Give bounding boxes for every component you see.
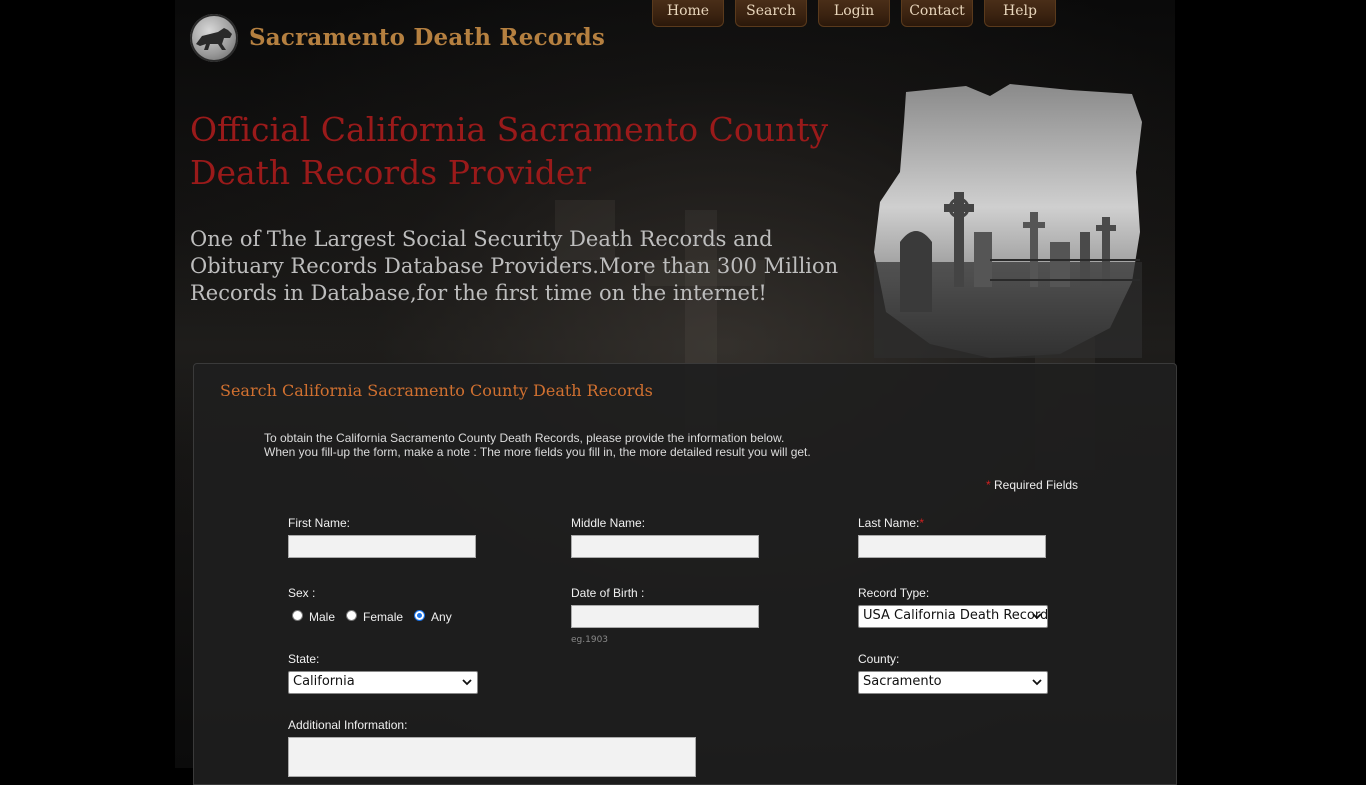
search-intro: To obtain the California Sacramento Coun…	[264, 431, 811, 459]
state-select[interactable]: California	[288, 671, 478, 694]
nav-search[interactable]: Search	[735, 0, 807, 27]
sex-any-label[interactable]: Any	[431, 610, 452, 624]
cemetery-image	[874, 84, 1142, 358]
dob-hint: eg.1903	[571, 635, 609, 645]
sex-female-label[interactable]: Female	[363, 610, 403, 624]
first-name-input[interactable]	[288, 535, 476, 558]
state-value: California	[293, 674, 355, 689]
last-name-label-text: Last Name:	[858, 516, 920, 530]
required-star: *	[986, 478, 991, 492]
dob-label: Date of Birth :	[571, 586, 645, 600]
sex-any-radio[interactable]	[414, 609, 426, 621]
wolf-logo-icon	[196, 28, 232, 50]
sex-label: Sex :	[288, 586, 316, 600]
last-name-label: Last Name:*	[858, 516, 924, 530]
record-type-label: Record Type:	[858, 586, 930, 600]
top-navigation: Home Search Login Contact Help	[652, 0, 1056, 27]
hero-headline: Official California Sacramento County De…	[190, 110, 829, 192]
site-title[interactable]: Sacramento Death Records	[249, 24, 605, 51]
state-label: State:	[288, 652, 320, 666]
last-name-required-star: *	[919, 516, 925, 530]
intro-line-1: To obtain the California Sacramento Coun…	[264, 431, 785, 445]
nav-contact[interactable]: Contact	[901, 0, 973, 27]
nav-home[interactable]: Home	[652, 0, 724, 27]
intro-line-2: When you fill-up the form, make a note :…	[264, 445, 811, 459]
sex-male-label[interactable]: Male	[309, 610, 335, 624]
chevron-down-icon	[462, 679, 472, 686]
county-label: County:	[858, 652, 900, 666]
search-panel-title: Search California Sacramento County Deat…	[220, 381, 653, 400]
nav-help[interactable]: Help	[984, 0, 1056, 27]
chevron-down-icon	[1032, 613, 1042, 620]
middle-name-input[interactable]	[571, 535, 759, 558]
county-value: Sacramento	[863, 674, 942, 689]
sex-male-radio[interactable]	[292, 609, 303, 621]
sex-radio-group: Male Female Any	[292, 609, 452, 624]
required-fields-note: * Required Fields	[986, 478, 1078, 492]
dob-input[interactable]	[571, 605, 759, 628]
hero-subhead: One of The Largest Social Security Death…	[190, 227, 839, 305]
sex-female-radio[interactable]	[346, 609, 358, 621]
first-name-label: First Name:	[288, 516, 351, 530]
chevron-down-icon	[1032, 679, 1042, 686]
record-type-select[interactable]: USA California Death Records	[858, 605, 1048, 628]
additional-info-textarea[interactable]	[288, 737, 696, 777]
additional-info-label: Additional Information:	[288, 718, 408, 732]
last-name-input[interactable]	[858, 535, 1046, 558]
site-logo[interactable]	[190, 14, 238, 62]
record-type-value: USA California Death Records	[863, 608, 1048, 623]
county-select[interactable]: Sacramento	[858, 671, 1048, 694]
required-fields-label: Required Fields	[994, 478, 1079, 492]
middle-name-label: Middle Name:	[571, 516, 646, 530]
nav-login[interactable]: Login	[818, 0, 890, 27]
